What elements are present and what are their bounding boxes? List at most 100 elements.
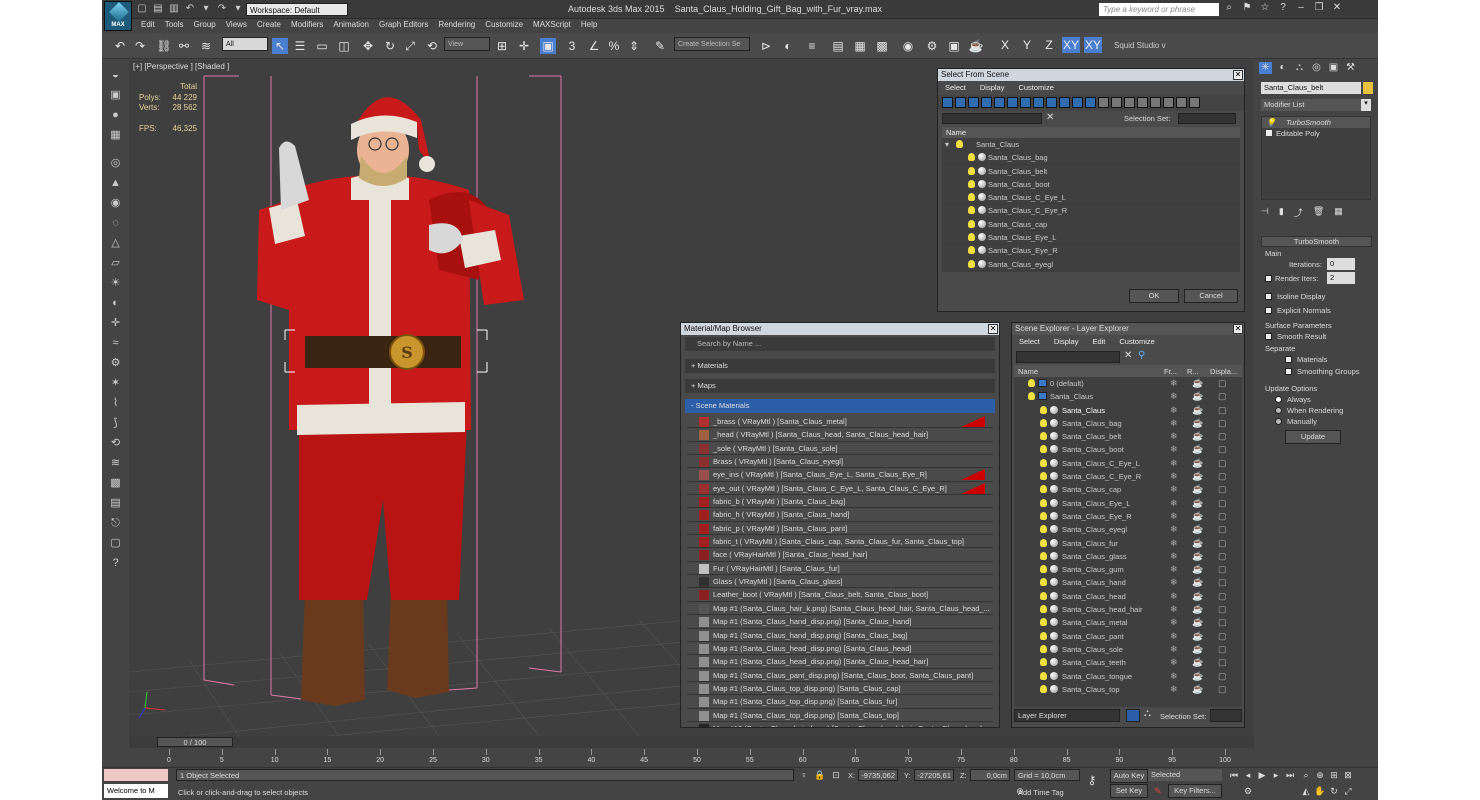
next-frame-icon[interactable]: ▸: [1270, 769, 1282, 781]
select-by-name-icon[interactable]: ☰: [292, 38, 308, 54]
render-teapot-icon[interactable]: ☕: [1192, 683, 1203, 696]
render-teapot-icon[interactable]: ☕: [1192, 497, 1203, 510]
render-teapot-icon[interactable]: ☕: [1192, 483, 1203, 496]
tree-row[interactable]: Santa_Claus_Eye_L: [942, 231, 1240, 245]
find-icon[interactable]: ⚲: [1138, 350, 1145, 361]
display-box-icon[interactable]: ▢: [1218, 670, 1227, 683]
spacewarp-icon[interactable]: ≈: [108, 336, 123, 351]
go-to-start-icon[interactable]: ⏮: [1228, 769, 1240, 781]
object-name-field[interactable]: Santa_Claus_belt: [1261, 82, 1361, 94]
help-icon[interactable]: ?: [1278, 2, 1288, 13]
schematic-view-icon[interactable]: ▩: [874, 38, 890, 54]
hierarchy-icon[interactable]: ⛬: [1144, 708, 1151, 719]
filter-toggle-icon[interactable]: [1150, 97, 1161, 108]
object-row[interactable]: Santa_Claus_hand ❄ ☕ ▢: [1014, 576, 1242, 590]
auto-key-button[interactable]: Auto Key: [1110, 769, 1148, 783]
filter-toggle-icon[interactable]: [1085, 97, 1096, 108]
display-box-icon[interactable]: ▢: [1218, 457, 1227, 470]
cancel-button[interactable]: Cancel: [1184, 289, 1238, 303]
freeze-icon[interactable]: ❄: [1170, 590, 1178, 603]
freeze-icon[interactable]: ❄: [1170, 404, 1178, 417]
y-coord-field[interactable]: -27205,61: [914, 769, 954, 781]
time-slider-track[interactable]: 0 / 100: [129, 736, 1254, 748]
maximize-viewport-icon[interactable]: ⤢: [1342, 785, 1354, 797]
restore-icon[interactable]: ❐: [1314, 2, 1324, 13]
tree-row[interactable]: Santa_Claus_boot: [942, 178, 1240, 192]
isoline-display-checkbox[interactable]: [1265, 293, 1272, 300]
menu-tools[interactable]: Tools: [160, 19, 189, 33]
close-icon[interactable]: ✕: [988, 324, 998, 334]
selection-set-dropdown[interactable]: [1210, 709, 1242, 722]
lightbulb-icon[interactable]: [1040, 671, 1047, 680]
teapot-icon[interactable]: ◒: [108, 68, 123, 83]
lightbulb-icon[interactable]: [1040, 591, 1047, 600]
freeze-icon[interactable]: ❄: [1170, 550, 1178, 563]
display-box-icon[interactable]: ▢: [1218, 523, 1227, 536]
unlink-icon[interactable]: ⚯: [176, 38, 192, 54]
filter-toggle-icon[interactable]: [994, 97, 1005, 108]
menu-help[interactable]: Help: [576, 19, 602, 33]
lightbulb-icon[interactable]: [1040, 618, 1047, 627]
display-box-icon[interactable]: ▢: [1218, 417, 1227, 430]
viewport-label-menu[interactable]: [+] [Perspective ] [Shaded ]: [133, 62, 229, 71]
window-crossing-icon[interactable]: ◫: [336, 38, 352, 54]
play-icon[interactable]: ▶: [1256, 769, 1268, 781]
display-box-icon[interactable]: ▢: [1218, 470, 1227, 483]
show-end-result-icon[interactable]: ▮: [1279, 206, 1284, 219]
material-item[interactable]: Map #1 (Santa_Claus_top_disp.png) [Santa…: [687, 682, 993, 696]
lightbulb-icon[interactable]: [1040, 525, 1047, 534]
undo-menu-icon[interactable]: ▾: [200, 3, 212, 15]
lightbulb-icon[interactable]: [1040, 578, 1047, 587]
twist-icon[interactable]: ⟲: [108, 436, 123, 451]
chevron-down-icon[interactable]: ▾: [1361, 99, 1371, 111]
filter-toggle-icon[interactable]: [1111, 97, 1122, 108]
layer-manager-icon[interactable]: ≡: [804, 38, 820, 54]
freeze-icon[interactable]: ❄: [1170, 497, 1178, 510]
object-row[interactable]: Santa_Claus_glass ❄ ☕ ▢: [1014, 550, 1242, 564]
lightbulb-icon[interactable]: [1040, 511, 1047, 520]
freeze-icon[interactable]: ❄: [1170, 377, 1178, 390]
search-icon[interactable]: ⌕: [1224, 2, 1234, 13]
freeze-icon[interactable]: ❄: [1170, 443, 1178, 456]
object-row[interactable]: Santa_Claus_sole ❄ ☕ ▢: [1014, 643, 1242, 657]
keyboard-shortcut-icon[interactable]: ▣: [540, 38, 556, 54]
lightbulb-icon[interactable]: [1040, 458, 1047, 467]
render-icon[interactable]: ⎋: [108, 516, 123, 531]
explicit-normals-checkbox[interactable]: [1265, 307, 1272, 314]
display-box-icon[interactable]: ▢: [1218, 630, 1227, 643]
render-iters-spinner[interactable]: 2: [1327, 272, 1355, 284]
freeze-icon[interactable]: ❄: [1170, 683, 1178, 696]
undo-icon[interactable]: ↶: [184, 3, 196, 15]
material-item[interactable]: face ( VRayHairMtl ) [Santa_Claus_head_h…: [687, 548, 993, 562]
lightbulb-icon[interactable]: [1040, 485, 1047, 494]
section-scene-materials[interactable]: - Scene Materials: [685, 399, 995, 413]
axis-xy-button[interactable]: XY: [1062, 37, 1080, 53]
object-row[interactable]: Santa_Claus_cap ❄ ☕ ▢: [1014, 483, 1242, 497]
tree-row[interactable]: Santa_Claus_eyegl: [942, 258, 1240, 271]
explorer-mode-dropdown[interactable]: Layer Explorer: [1014, 709, 1120, 722]
se-menu-display[interactable]: Display: [1047, 335, 1086, 349]
freeze-icon[interactable]: ❄: [1170, 656, 1178, 669]
separate-materials-checkbox[interactable]: [1285, 356, 1292, 363]
material-item[interactable]: Map #1 (Santa_Claus_pant_disp.png) [Sant…: [687, 669, 993, 682]
move-icon[interactable]: ✥: [360, 38, 376, 54]
layer-explorer-icon[interactable]: [1126, 709, 1140, 722]
cone-icon[interactable]: ▲: [108, 176, 123, 191]
tree-row[interactable]: Santa_Claus ▾: [942, 138, 1240, 152]
render-teapot-icon[interactable]: ☕: [1192, 377, 1203, 390]
display-box-icon[interactable]: ▢: [1218, 550, 1227, 563]
filter-toggle-icon[interactable]: [1098, 97, 1109, 108]
object-row[interactable]: Santa_Claus_eyegl ❄ ☕ ▢: [1014, 523, 1242, 537]
filter-toggle-icon[interactable]: [942, 97, 953, 108]
object-row[interactable]: Santa_Claus_belt ❄ ☕ ▢: [1014, 430, 1242, 444]
column-name[interactable]: Name: [1018, 367, 1038, 376]
render-teapot-icon[interactable]: ☕: [1192, 470, 1203, 483]
freeze-icon[interactable]: ❄: [1170, 576, 1178, 589]
object-row[interactable]: Santa_Claus_C_Eye_L ❄ ☕ ▢: [1014, 457, 1242, 471]
freeze-icon[interactable]: ❄: [1170, 430, 1178, 443]
hierarchy-tab-icon[interactable]: ⛬: [1293, 62, 1306, 74]
absolute-mode-icon[interactable]: ⊡: [830, 769, 842, 781]
update-manually-radio[interactable]: [1275, 418, 1282, 425]
axis-x-button[interactable]: X: [996, 37, 1014, 53]
object-row[interactable]: Santa_Claus ❄ ☕ ▢: [1014, 404, 1242, 417]
